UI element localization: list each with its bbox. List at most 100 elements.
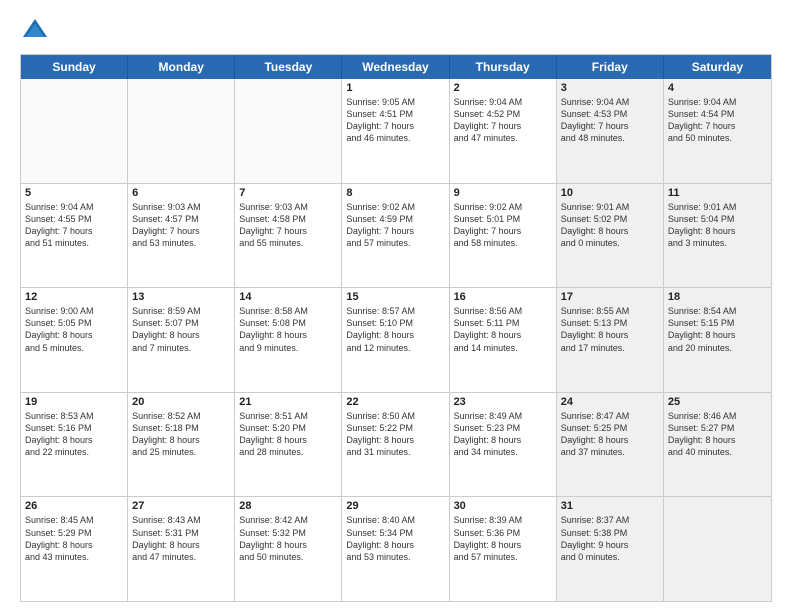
day-number: 10: [561, 187, 659, 199]
calendar-cell: 30 Sunrise: 8:39 AM Sunset: 5:36 PM Dayli…: [450, 497, 557, 601]
day-number: 25: [668, 396, 767, 408]
day-number: 28: [239, 500, 337, 512]
calendar-cell: 8 Sunrise: 9:02 AM Sunset: 4:59 PM Daylig…: [342, 184, 449, 288]
day-number: 2: [454, 82, 552, 94]
header: [20, 16, 772, 46]
day-number: 1: [346, 82, 444, 94]
calendar-week-1: 1 Sunrise: 9:05 AM Sunset: 4:51 PM Daylig…: [21, 79, 771, 184]
day-info: Sunrise: 8:39 AM Sunset: 5:36 PM Dayligh…: [454, 514, 552, 563]
calendar-week-5: 26 Sunrise: 8:45 AM Sunset: 5:29 PM Dayli…: [21, 497, 771, 601]
day-info: Sunrise: 8:53 AM Sunset: 5:16 PM Dayligh…: [25, 410, 123, 459]
day-info: Sunrise: 9:00 AM Sunset: 5:05 PM Dayligh…: [25, 305, 123, 354]
day-info: Sunrise: 8:42 AM Sunset: 5:32 PM Dayligh…: [239, 514, 337, 563]
calendar-cell: 2 Sunrise: 9:04 AM Sunset: 4:52 PM Daylig…: [450, 79, 557, 183]
calendar-cell: 11 Sunrise: 9:01 AM Sunset: 5:04 PM Dayli…: [664, 184, 771, 288]
calendar-cell: 3 Sunrise: 9:04 AM Sunset: 4:53 PM Daylig…: [557, 79, 664, 183]
calendar-cell: 5Sunrise: 9:04 AM Sunset: 4:55 PM Daylig…: [21, 184, 128, 288]
day-number: 15: [346, 291, 444, 303]
calendar-cell: [664, 497, 771, 601]
day-info: Sunrise: 9:01 AM Sunset: 5:04 PM Dayligh…: [668, 201, 767, 250]
day-info: Sunrise: 9:01 AM Sunset: 5:02 PM Dayligh…: [561, 201, 659, 250]
day-info: Sunrise: 9:04 AM Sunset: 4:52 PM Dayligh…: [454, 96, 552, 145]
day-number: 21: [239, 396, 337, 408]
calendar-cell: 18Sunrise: 8:54 AM Sunset: 5:15 PM Dayli…: [664, 288, 771, 392]
day-number: 19: [25, 396, 123, 408]
calendar-cell: 23 Sunrise: 8:49 AM Sunset: 5:23 PM Dayli…: [450, 393, 557, 497]
calendar-week-4: 19 Sunrise: 8:53 AM Sunset: 5:16 PM Dayli…: [21, 393, 771, 498]
calendar-header: SundayMondayTuesdayWednesdayThursdayFrid…: [21, 55, 771, 79]
day-number: 9: [454, 187, 552, 199]
calendar-cell: [21, 79, 128, 183]
calendar-cell: 19 Sunrise: 8:53 AM Sunset: 5:16 PM Dayli…: [21, 393, 128, 497]
header-day-monday: Monday: [128, 55, 235, 79]
calendar-cell: 26 Sunrise: 8:45 AM Sunset: 5:29 PM Dayli…: [21, 497, 128, 601]
calendar-cell: 21 Sunrise: 8:51 AM Sunset: 5:20 PM Dayli…: [235, 393, 342, 497]
day-info: Sunrise: 8:59 AM Sunset: 5:07 PM Dayligh…: [132, 305, 230, 354]
header-day-saturday: Saturday: [664, 55, 771, 79]
calendar-cell: 9 Sunrise: 9:02 AM Sunset: 5:01 PM Daylig…: [450, 184, 557, 288]
calendar-cell: 16 Sunrise: 8:56 AM Sunset: 5:11 PM Dayli…: [450, 288, 557, 392]
day-info: Sunrise: 8:51 AM Sunset: 5:20 PM Dayligh…: [239, 410, 337, 459]
calendar: SundayMondayTuesdayWednesdayThursdayFrid…: [20, 54, 772, 602]
day-info: Sunrise: 8:47 AM Sunset: 5:25 PM Dayligh…: [561, 410, 659, 459]
day-number: 14: [239, 291, 337, 303]
day-number: 3: [561, 82, 659, 94]
day-info: Sunrise: 9:04 AM Sunset: 4:55 PM Dayligh…: [25, 201, 123, 250]
calendar-cell: 22 Sunrise: 8:50 AM Sunset: 5:22 PM Dayli…: [342, 393, 449, 497]
day-info: Sunrise: 9:02 AM Sunset: 4:59 PM Dayligh…: [346, 201, 444, 250]
day-number: 11: [668, 187, 767, 199]
calendar-cell: 14Sunrise: 8:58 AM Sunset: 5:08 PM Dayli…: [235, 288, 342, 392]
day-number: 4: [668, 82, 767, 94]
day-number: 6: [132, 187, 230, 199]
calendar-cell: 13 Sunrise: 8:59 AM Sunset: 5:07 PM Dayli…: [128, 288, 235, 392]
header-day-thursday: Thursday: [450, 55, 557, 79]
day-number: 8: [346, 187, 444, 199]
day-number: 20: [132, 396, 230, 408]
day-info: Sunrise: 8:45 AM Sunset: 5:29 PM Dayligh…: [25, 514, 123, 563]
header-day-friday: Friday: [557, 55, 664, 79]
day-info: Sunrise: 9:02 AM Sunset: 5:01 PM Dayligh…: [454, 201, 552, 250]
day-info: Sunrise: 8:55 AM Sunset: 5:13 PM Dayligh…: [561, 305, 659, 354]
day-number: 27: [132, 500, 230, 512]
day-info: Sunrise: 8:49 AM Sunset: 5:23 PM Dayligh…: [454, 410, 552, 459]
logo-icon: [20, 16, 50, 46]
calendar-cell: 31 Sunrise: 8:37 AM Sunset: 5:38 PM Dayli…: [557, 497, 664, 601]
calendar-body: 1 Sunrise: 9:05 AM Sunset: 4:51 PM Daylig…: [21, 79, 771, 601]
calendar-cell: 25 Sunrise: 8:46 AM Sunset: 5:27 PM Dayli…: [664, 393, 771, 497]
calendar-cell: 28 Sunrise: 8:42 AM Sunset: 5:32 PM Dayli…: [235, 497, 342, 601]
day-number: 24: [561, 396, 659, 408]
day-info: Sunrise: 9:03 AM Sunset: 4:58 PM Dayligh…: [239, 201, 337, 250]
day-info: Sunrise: 9:04 AM Sunset: 4:53 PM Dayligh…: [561, 96, 659, 145]
day-number: 13: [132, 291, 230, 303]
day-number: 31: [561, 500, 659, 512]
calendar-cell: 15 Sunrise: 8:57 AM Sunset: 5:10 PM Dayli…: [342, 288, 449, 392]
calendar-week-2: 5Sunrise: 9:04 AM Sunset: 4:55 PM Daylig…: [21, 184, 771, 289]
day-info: Sunrise: 9:03 AM Sunset: 4:57 PM Dayligh…: [132, 201, 230, 250]
day-info: Sunrise: 9:05 AM Sunset: 4:51 PM Dayligh…: [346, 96, 444, 145]
day-info: Sunrise: 8:40 AM Sunset: 5:34 PM Dayligh…: [346, 514, 444, 563]
day-info: Sunrise: 8:56 AM Sunset: 5:11 PM Dayligh…: [454, 305, 552, 354]
day-info: Sunrise: 8:57 AM Sunset: 5:10 PM Dayligh…: [346, 305, 444, 354]
day-number: 12: [25, 291, 123, 303]
day-info: Sunrise: 8:43 AM Sunset: 5:31 PM Dayligh…: [132, 514, 230, 563]
page: SundayMondayTuesdayWednesdayThursdayFrid…: [0, 0, 792, 612]
calendar-cell: 24 Sunrise: 8:47 AM Sunset: 5:25 PM Dayli…: [557, 393, 664, 497]
day-number: 16: [454, 291, 552, 303]
calendar-cell: 4Sunrise: 9:04 AM Sunset: 4:54 PM Daylig…: [664, 79, 771, 183]
day-info: Sunrise: 8:46 AM Sunset: 5:27 PM Dayligh…: [668, 410, 767, 459]
calendar-cell: 1 Sunrise: 9:05 AM Sunset: 4:51 PM Daylig…: [342, 79, 449, 183]
day-number: 18: [668, 291, 767, 303]
day-number: 26: [25, 500, 123, 512]
day-number: 30: [454, 500, 552, 512]
header-day-sunday: Sunday: [21, 55, 128, 79]
day-info: Sunrise: 8:37 AM Sunset: 5:38 PM Dayligh…: [561, 514, 659, 563]
day-number: 29: [346, 500, 444, 512]
day-number: 23: [454, 396, 552, 408]
calendar-cell: 17Sunrise: 8:55 AM Sunset: 5:13 PM Dayli…: [557, 288, 664, 392]
logo: [20, 16, 54, 46]
calendar-cell: 12 Sunrise: 9:00 AM Sunset: 5:05 PM Dayli…: [21, 288, 128, 392]
day-number: 22: [346, 396, 444, 408]
day-info: Sunrise: 8:50 AM Sunset: 5:22 PM Dayligh…: [346, 410, 444, 459]
header-day-wednesday: Wednesday: [342, 55, 449, 79]
calendar-cell: 7Sunrise: 9:03 AM Sunset: 4:58 PM Daylig…: [235, 184, 342, 288]
